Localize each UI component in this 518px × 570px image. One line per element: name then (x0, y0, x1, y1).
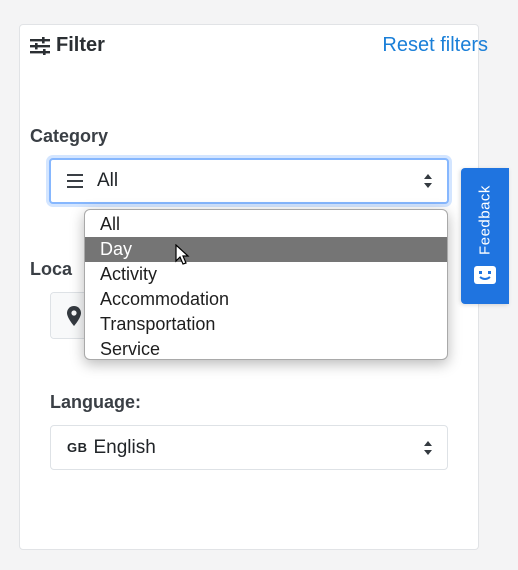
reset-filters-link[interactable]: Reset filters (382, 34, 488, 57)
select-arrows-icon (424, 440, 432, 455)
dropdown-option-service[interactable]: Service (85, 337, 447, 359)
category-label: Category (30, 126, 109, 146)
dropdown-option-accommodation[interactable]: Accommodation (85, 287, 447, 312)
filter-title: Filter (56, 34, 105, 56)
feedback-tab[interactable]: Feedback (461, 168, 509, 304)
location-label: Loca (30, 259, 73, 279)
filter-header: Filter (30, 34, 105, 57)
language-label: Language: (50, 392, 142, 412)
language-selected-value: English (93, 436, 156, 458)
category-dropdown-list: All Day Activity Accommodation Transport… (84, 209, 448, 360)
dropdown-option-all[interactable]: All (85, 212, 447, 237)
sliders-icon (30, 36, 50, 55)
select-arrows-icon (424, 174, 432, 188)
map-marker-icon (66, 305, 81, 326)
flag-gb: GB (67, 440, 88, 455)
mouse-cursor-icon (175, 244, 190, 265)
dropdown-option-activity[interactable]: Activity (85, 262, 447, 287)
dropdown-option-day[interactable]: Day (85, 237, 447, 262)
dropdown-option-transportation[interactable]: Transportation (85, 312, 447, 337)
chat-bot-icon (474, 266, 496, 284)
category-select[interactable]: All (49, 158, 449, 204)
feedback-label: Feedback (476, 185, 494, 255)
language-select[interactable]: GB English (50, 425, 448, 470)
list-icon (67, 174, 83, 188)
category-selected-value: All (97, 170, 119, 191)
